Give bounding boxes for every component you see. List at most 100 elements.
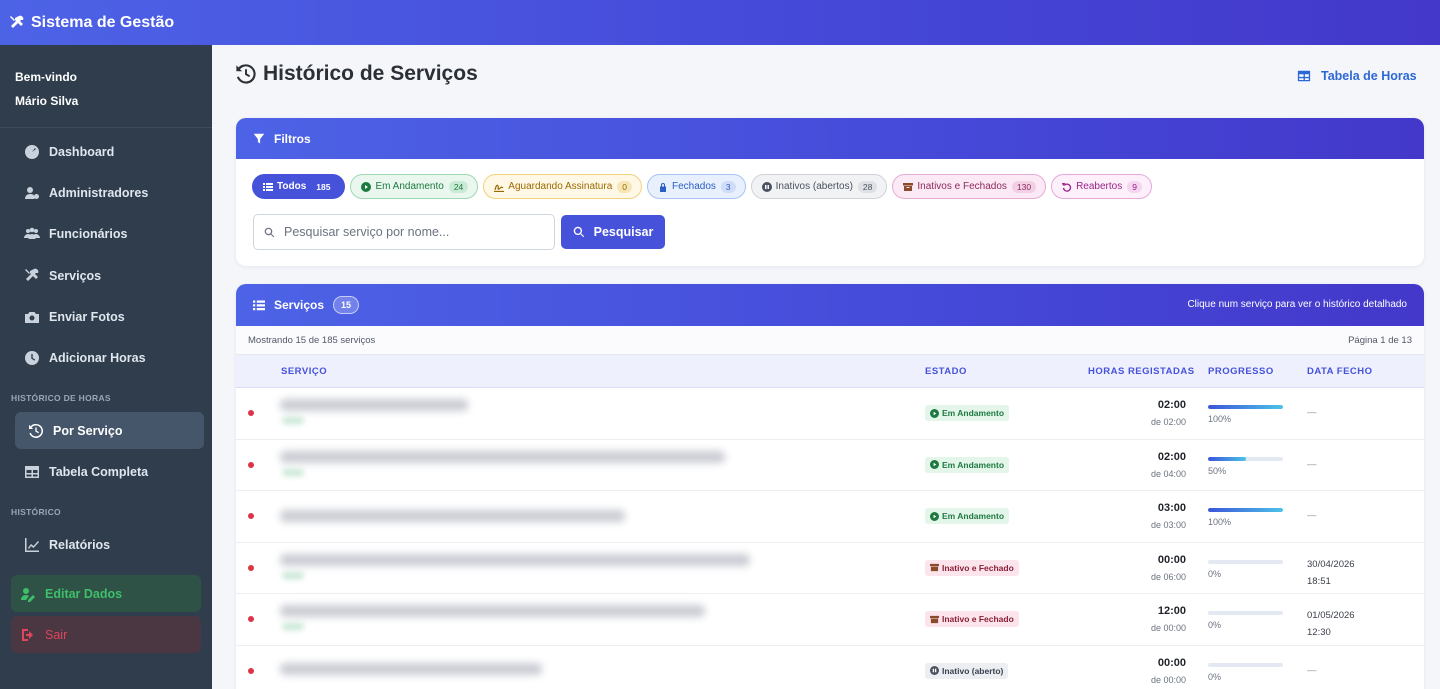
close-date-value: 01/05/2026 [1307,610,1355,621]
chip-label: Inativos e Fechados [917,181,1007,192]
close-date-value: — [1307,407,1317,418]
close-time-value: 12:30 [1307,627,1331,638]
user-edit-icon [21,587,35,602]
progress-cell: 100% [1208,405,1283,424]
sidebar-item-tabela-completa[interactable]: Tabela Completa [15,453,204,490]
showing-count: Mostrando 15 de 185 serviços [248,334,376,346]
welcome-block: Bem-vindo Mário Silva [0,45,212,128]
column-header-servico[interactable]: SERVIÇO [281,366,327,377]
table-icon [1297,70,1311,82]
tools-icon [25,268,39,281]
progress-percent: 100% [1208,517,1232,527]
sidebar-item-label: Administradores [49,185,149,200]
history-icon [29,423,44,438]
sidebar-item-administradores[interactable]: Administradores [15,174,204,211]
filter-chip-aguardando-assinatura[interactable]: Aguardando Assinatura 0 [483,174,642,199]
table-row[interactable]: Inativo (aberto) 00:00 de 00:00 0% — [236,646,1424,689]
table-header: SERVIÇO ESTADO HORAS REGISTADAS PROGRESS… [236,355,1424,388]
status-badge: Inativo e Fechado [925,559,1019,576]
services-header-label: Serviços [274,298,325,312]
search-button[interactable]: Pesquisar [561,215,665,249]
table-row[interactable]: Em Andamento 03:00 de 03:00 100% — [236,491,1424,543]
sidebar-item-label: Serviços [49,268,102,283]
close-time-value: 18:51 [1307,575,1331,587]
column-header-progresso[interactable]: PROGRESSO [1208,366,1274,377]
sidebar-item-dashboard[interactable]: Dashboard [15,133,204,170]
service-name-redacted [280,450,725,463]
filter-chip-inativos-abertos[interactable]: Inativos (abertos) 28 [750,174,888,199]
filter-chip-todos[interactable]: Todos 185 [252,174,346,199]
section-label-historico-horas: HISTÓRICO DE HORAS [11,393,111,403]
column-header-estado[interactable]: ESTADO [925,366,967,377]
status-dot [248,667,254,674]
close-date-value: — [1307,458,1317,470]
chart-line-icon [25,537,39,552]
progress-fill [1208,456,1246,461]
undo-icon [1062,182,1072,192]
signature-icon [494,184,505,192]
sidebar-item-label: Funcionários [49,226,128,241]
chip-count: 28 [857,180,878,193]
chip-count: 3 [720,180,736,193]
edit-profile-button[interactable]: Editar Dados [11,575,201,612]
hours-total: de 06:00 [1150,571,1186,582]
close-date: — [1307,662,1317,679]
filter-chip-inativos-e-fechados[interactable]: Inativos e Fechados 130 [892,174,1047,199]
status-dot [248,616,254,622]
progress-bar [1208,611,1283,615]
pause-circle-icon [930,666,939,675]
close-date: — [1307,404,1317,421]
sidebar-item-servicos[interactable]: Serviços [15,257,204,294]
filter-icon [253,133,265,143]
service-name-redacted [280,553,750,566]
section-label-historico: HISTÓRICO [11,507,61,517]
service-name-redacted [280,399,468,411]
table-row[interactable]: Inativo e Fechado 12:00 de 00:00 0% 01/0… [236,594,1424,646]
table-row[interactable]: Em Andamento 02:00 de 02:00 100% — [236,388,1424,440]
logout-button[interactable]: Sair [11,616,201,653]
table-of-hours-link[interactable]: Tabela de Horas [1297,69,1417,83]
sidebar-item-label: Relatórios [49,537,111,552]
sidebar: Bem-vindo Mário Silva Dashboard Administ… [0,45,212,689]
progress-bar [1208,405,1283,409]
hours-total: de 02:00 [1150,417,1186,427]
table-row[interactable]: Inativo e Fechado 00:00 de 06:00 0% 30/0… [236,543,1424,594]
column-header-data-fecho[interactable]: DATA FECHO [1307,366,1373,377]
close-date: 01/05/2026 12:30 [1307,607,1355,641]
column-header-horas[interactable]: HORAS REGISTADAS [1088,366,1195,377]
tools-icon [10,15,24,28]
filters-header: Filtros [236,118,1424,159]
sidebar-item-adicionar-horas[interactable]: Adicionar Horas [15,339,204,376]
search-input[interactable] [284,225,544,239]
filter-chip-fechados[interactable]: Fechados 3 [647,174,746,199]
filter-chip-em-andamento[interactable]: Em Andamento 24 [350,174,479,199]
progress-fill [1208,508,1283,512]
table-row[interactable]: Em Andamento 02:00 de 04:00 50% — [236,440,1424,491]
sidebar-item-por-servico[interactable]: Por Serviço [15,412,204,449]
status-badge: Inativo e Fechado [925,611,1019,627]
user-gear-icon [25,186,39,199]
sign-out-icon [22,628,33,641]
play-circle-icon [930,408,939,418]
sidebar-item-relatorios[interactable]: Relatórios [15,526,204,563]
status-dot [248,564,254,571]
status-badge: Em Andamento [925,456,1010,473]
progress-percent: 0% [1208,671,1222,682]
progress-cell: 0% [1208,662,1283,682]
status-label: Em Andamento [942,408,1005,418]
hours-cell: 00:00 de 00:00 [1151,657,1186,685]
search-field[interactable] [253,214,555,250]
sidebar-item-enviar-fotos[interactable]: Enviar Fotos [15,298,204,335]
sidebar-item-funcionarios[interactable]: Funcionários [15,215,204,252]
filter-chip-reabertos[interactable]: Reabertos 9 [1051,174,1152,199]
hours-cell: 02:00 de 02:00 [1151,399,1186,427]
page-title-text: Histórico de Serviços [263,62,478,85]
filters-header-label: Filtros [274,131,311,146]
services-count-badge: 15 [333,296,360,314]
hours-cell: 12:00 de 00:00 [1151,605,1186,633]
chip-count: 0 [617,180,632,193]
app-title[interactable]: Sistema de Gestão [31,14,174,32]
status-badge: Inativo (aberto) [925,662,1009,679]
chip-label: Em Andamento [375,181,444,192]
page-title: Histórico de Serviços [235,62,478,86]
